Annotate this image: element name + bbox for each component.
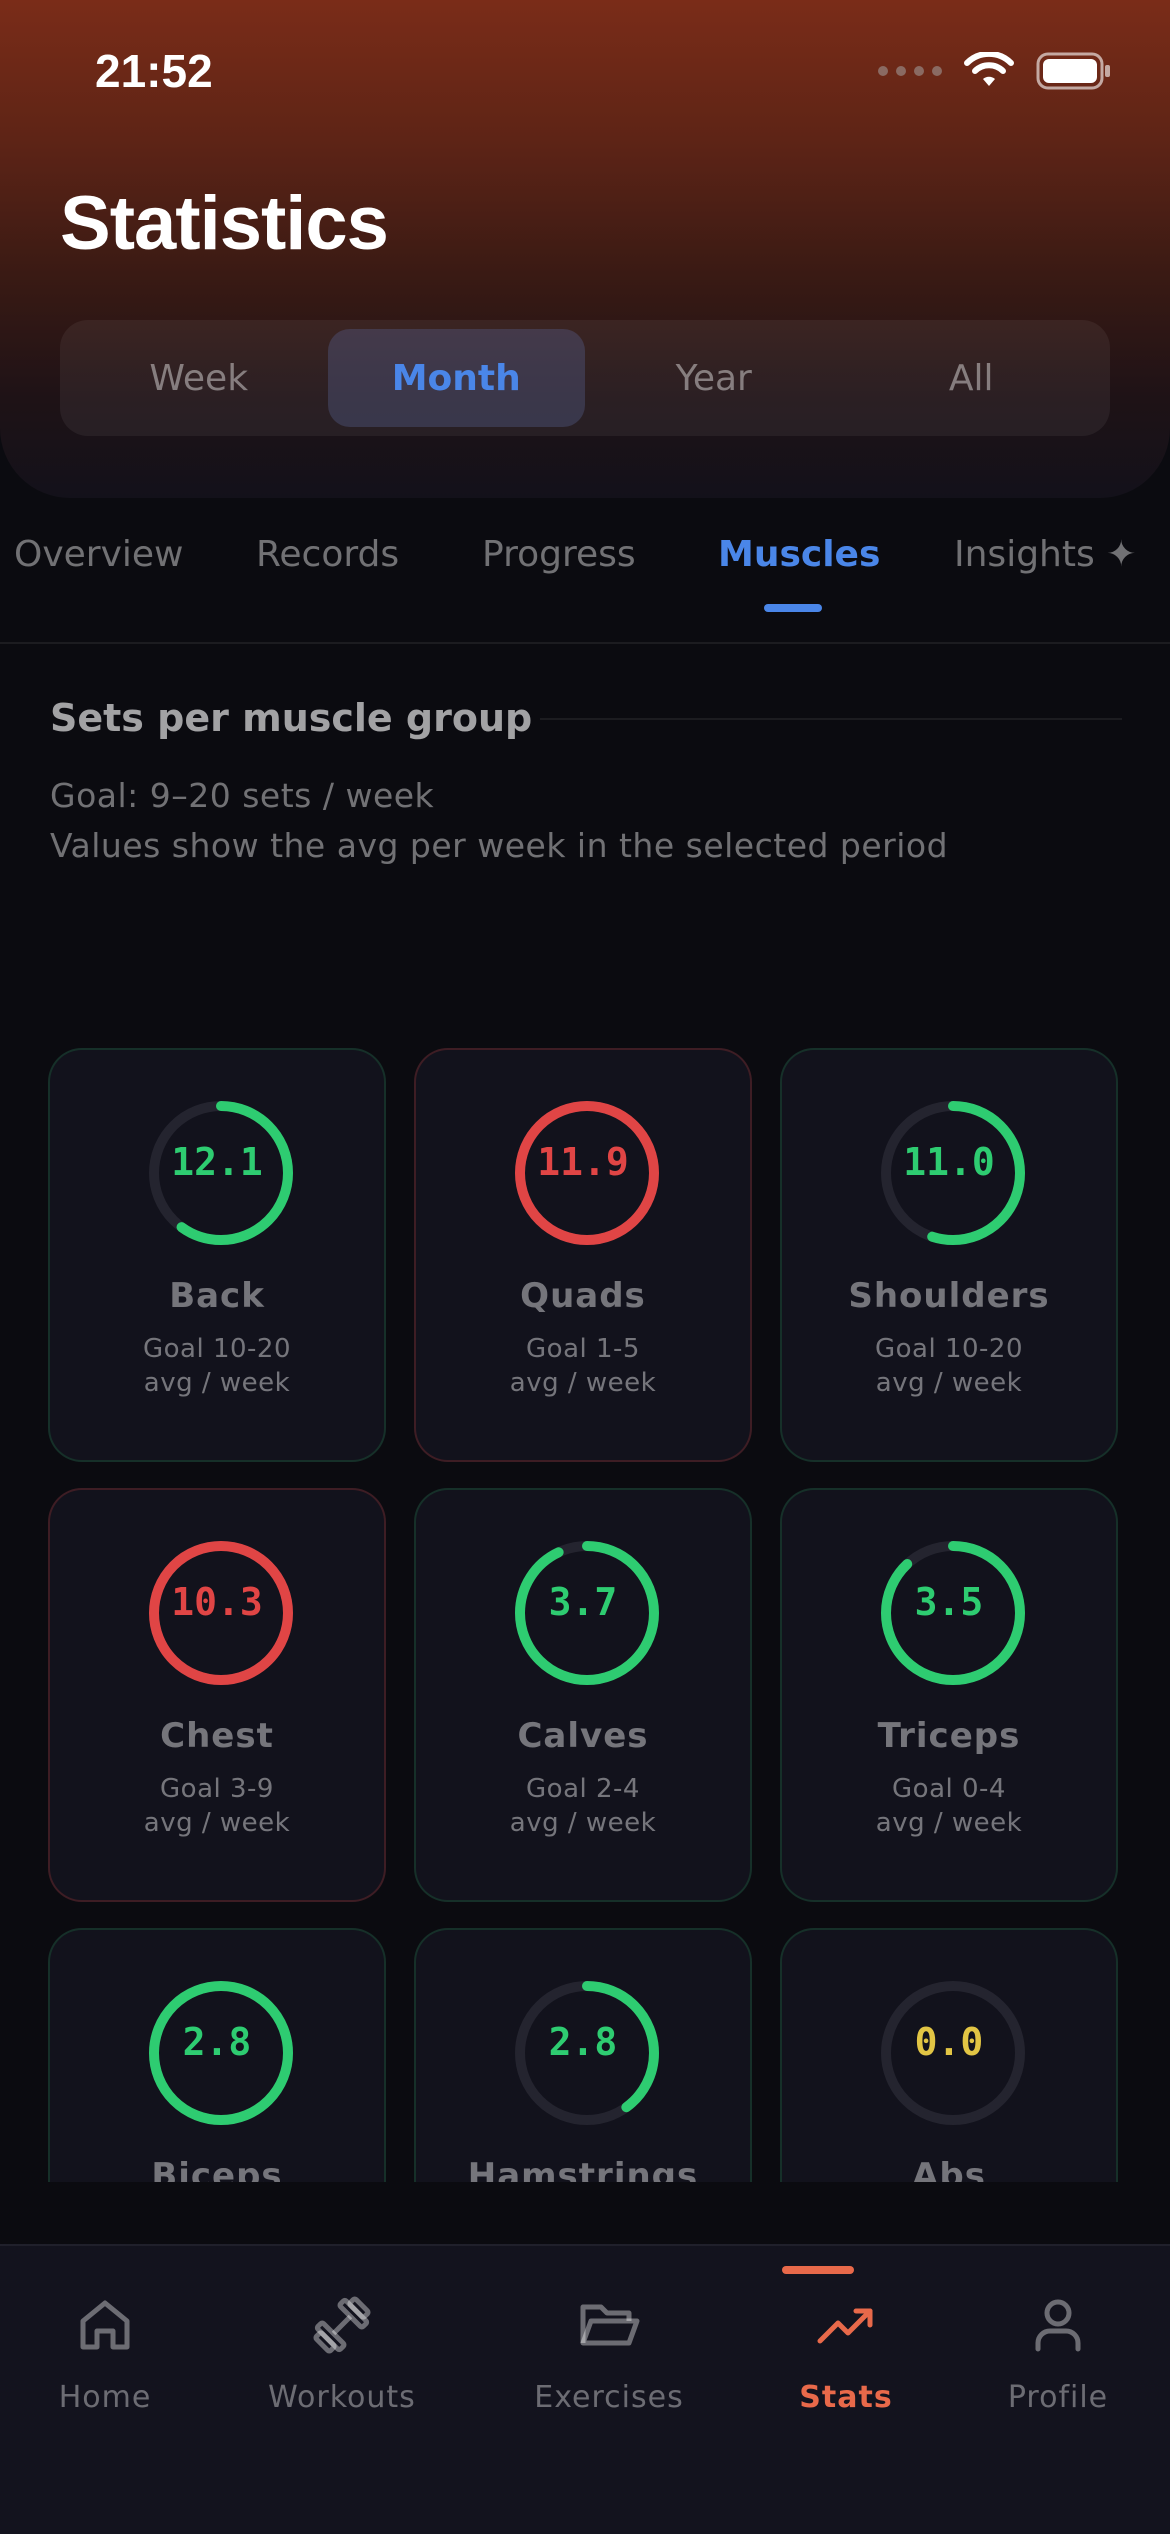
muscle-name: Chest	[160, 1716, 274, 1756]
tab-muscles[interactable]: Muscles	[718, 534, 880, 575]
tab-progress[interactable]: Progress	[482, 534, 636, 575]
person-icon	[1035, 2299, 1081, 2352]
nav-workouts[interactable]: Workouts	[242, 2290, 442, 2415]
nav-label: Exercises	[534, 2380, 684, 2415]
stats-tab-bar: Overview Records Progress Muscles Insigh…	[0, 520, 1170, 644]
muscle-name: Shoulders	[848, 1276, 1050, 1316]
nav-exercises[interactable]: Exercises	[509, 2290, 709, 2415]
muscle-unit: avg / week	[509, 1808, 657, 1838]
nav-stats[interactable]: Stats	[746, 2290, 946, 2415]
muscle-card-back[interactable]: 12.1 Back Goal 10-20 avg / week	[48, 1048, 386, 1462]
status-icons	[878, 52, 1112, 90]
sets-value: 12.1	[171, 1140, 263, 1184]
muscle-unit: avg / week	[143, 1368, 291, 1398]
muscle-goal: Goal 3-9	[160, 1774, 274, 1804]
wifi-icon	[964, 52, 1014, 86]
nav-home[interactable]: Home	[5, 2290, 205, 2415]
muscle-name: Calves	[517, 1716, 649, 1756]
sets-value: 10.3	[171, 1580, 263, 1624]
muscle-name: Back	[169, 1276, 265, 1316]
sets-value: 3.5	[914, 1580, 984, 1624]
sets-value: 3.7	[548, 1580, 618, 1624]
muscle-goal: Goal 10-20	[142, 1334, 292, 1364]
sets-value: 11.9	[537, 1140, 629, 1184]
segment-month[interactable]: Month	[327, 329, 585, 427]
muscle-unit: avg / week	[875, 1368, 1023, 1398]
muscle-goal: Goal 1-5	[526, 1334, 640, 1364]
muscle-goal: Goal 10-20	[874, 1334, 1024, 1364]
muscle-card-hamstrings[interactable]: 2.8 Hamstrings	[414, 1928, 752, 2182]
battery-icon	[1036, 52, 1110, 90]
sets-value: 11.0	[903, 1140, 995, 1184]
nav-label: Stats	[799, 2380, 893, 2415]
muscle-card-abs[interactable]: 0.0 Abs	[780, 1928, 1118, 2182]
muscle-card-triceps[interactable]: 3.5 Triceps Goal 0-4 avg / week	[780, 1488, 1118, 1902]
dumbbell-icon	[313, 2296, 371, 2354]
tab-overview[interactable]: Overview	[14, 534, 184, 575]
segment-year[interactable]: Year	[585, 329, 843, 427]
muscle-name: Biceps	[151, 2156, 283, 2182]
segment-week[interactable]: Week	[70, 329, 328, 427]
period-segmented-control: Week Month Year All	[60, 320, 1110, 436]
folder-icon	[580, 2304, 640, 2346]
sets-value: 0.0	[914, 2020, 984, 2064]
muscle-name: Abs	[912, 2156, 986, 2182]
muscle-card-shoulders[interactable]: 11.0 Shoulders Goal 10-20 avg / week	[780, 1048, 1118, 1462]
page-title: Statistics	[60, 181, 389, 266]
goal-text: Goal: 9–20 sets / week	[50, 776, 435, 815]
tab-insights[interactable]: Insights ✦	[954, 534, 1136, 575]
home-icon	[80, 2300, 130, 2350]
muscle-grid: 12.1 Back Goal 10-20 avg / week 11.9 Qua…	[0, 1040, 1170, 2182]
active-tab-indicator	[764, 604, 822, 612]
nav-label: Workouts	[268, 2380, 416, 2415]
nav-profile[interactable]: Profile	[958, 2290, 1158, 2415]
muscle-unit: avg / week	[509, 1368, 657, 1398]
nav-label: Profile	[1007, 2380, 1109, 2415]
tab-records[interactable]: Records	[256, 534, 399, 575]
cellular-signal-icon	[878, 66, 942, 76]
trending-up-icon	[817, 2308, 873, 2344]
muscle-name: Triceps	[877, 1716, 1021, 1756]
muscle-name: Hamstrings	[467, 2156, 699, 2182]
sets-value: 2.8	[182, 2020, 252, 2064]
segment-all[interactable]: All	[843, 329, 1101, 427]
muscle-unit: avg / week	[143, 1808, 291, 1838]
muscle-card-chest[interactable]: 10.3 Chest Goal 3-9 avg / week	[48, 1488, 386, 1902]
muscle-unit: avg / week	[875, 1808, 1023, 1838]
section-title: Sets per muscle group	[50, 696, 533, 740]
nav-label: Home	[58, 2380, 152, 2415]
sets-value: 2.8	[548, 2020, 618, 2064]
section-divider	[540, 718, 1122, 720]
muscle-card-quads[interactable]: 11.9 Quads Goal 1-5 avg / week	[414, 1048, 752, 1462]
muscle-name: Quads	[520, 1276, 646, 1316]
muscle-card-calves[interactable]: 3.7 Calves Goal 2-4 avg / week	[414, 1488, 752, 1902]
muscle-card-biceps[interactable]: 2.8 Biceps	[48, 1928, 386, 2182]
muscle-goal: Goal 0-4	[892, 1774, 1006, 1804]
active-nav-indicator	[782, 2266, 854, 2274]
muscle-goal: Goal 2-4	[526, 1774, 640, 1804]
status-time: 21:52	[95, 45, 213, 97]
divider	[0, 642, 1170, 644]
section-subtitle: Values show the avg per week in the sele…	[50, 826, 949, 865]
bottom-nav: Home Workouts Exercises Stats Profile	[0, 2244, 1170, 2534]
